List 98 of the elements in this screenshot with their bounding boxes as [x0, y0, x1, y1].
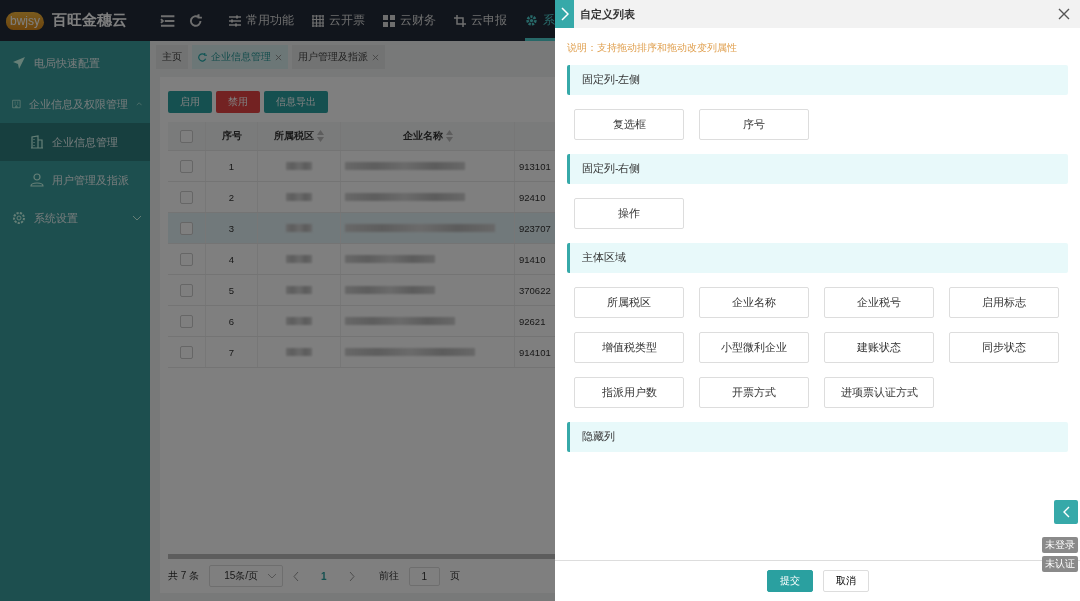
checkbox[interactable] [180, 129, 193, 143]
redacted-text [286, 255, 312, 263]
toolbar-button[interactable]: 禁用 [216, 91, 260, 113]
table-cell: 92621 [519, 315, 546, 327]
close-icon[interactable] [1058, 8, 1070, 20]
page-suffix: 页 [450, 569, 461, 583]
total-count: 共 7 条 [168, 569, 200, 583]
page-number[interactable]: 1 [321, 570, 327, 582]
nav-tab[interactable]: 常用功能 [229, 0, 294, 41]
next-page-icon[interactable] [348, 571, 355, 581]
checkbox[interactable] [180, 159, 193, 173]
redacted-text [286, 317, 312, 325]
checkbox[interactable] [180, 221, 193, 235]
page-size-select[interactable]: 15条/页 [209, 565, 284, 587]
table-cell: 5 [228, 284, 235, 296]
toolbar-button[interactable]: 信息导出 [264, 91, 328, 113]
column-chip[interactable]: 开票方式 [699, 377, 809, 408]
table-cell: 913101 [519, 160, 551, 172]
table-cell: 4 [228, 253, 235, 265]
section-header: 主体区域 [567, 243, 1068, 273]
page-input[interactable]: 1 [408, 566, 441, 586]
logo: bwjsy [6, 11, 44, 30]
sidebar-item[interactable]: 企业信息管理 [0, 123, 150, 161]
section-header: 固定列-左侧 [567, 65, 1068, 95]
toolbar-button[interactable]: 启用 [168, 91, 212, 113]
apps-icon [383, 14, 395, 27]
user-icon [30, 173, 44, 187]
redacted-text [286, 348, 312, 356]
nav-tab[interactable]: 云开票 [312, 0, 365, 41]
table-cell: 7 [228, 346, 235, 358]
menu-icon[interactable] [160, 13, 176, 28]
redacted-text [286, 286, 312, 294]
table-cell: 91410 [519, 253, 546, 265]
grid-icon [312, 14, 324, 27]
nav-tab[interactable]: 云申报 [454, 0, 507, 41]
column-chip[interactable]: 建账状态 [824, 332, 934, 363]
settings-icon [12, 211, 26, 225]
goto-label: 前往 [378, 569, 399, 583]
table-cell: 2 [228, 191, 235, 203]
footer-button[interactable]: 取消 [822, 570, 869, 592]
nav-tab[interactable]: 云财务 [383, 0, 436, 41]
column-chip[interactable]: 指派用户数 [574, 377, 684, 408]
footer-button[interactable]: 提交 [766, 570, 813, 592]
column-chip[interactable]: 所属税区 [574, 287, 684, 318]
sort-icon[interactable] [317, 130, 324, 142]
refresh-icon[interactable] [198, 52, 207, 62]
page-tab[interactable]: 主页 [156, 45, 188, 69]
refresh-icon[interactable] [187, 12, 203, 29]
checkbox[interactable] [180, 190, 193, 204]
building-icon [30, 135, 44, 149]
column-chip[interactable]: 增值税类型 [574, 332, 684, 363]
hint-text: 说明：支持拖动排序和拖动改变列属性 [567, 41, 738, 55]
settings-icon [525, 14, 538, 27]
table-cell: 6 [228, 315, 235, 327]
column-header: 序号 [221, 129, 242, 143]
chevron-right-icon [560, 7, 569, 21]
sort-icon[interactable] [445, 130, 453, 142]
status-badge: 未认证 [1042, 556, 1078, 572]
checkbox[interactable] [180, 345, 193, 359]
table-cell: 370622 [519, 284, 551, 296]
sliders-icon [229, 14, 241, 27]
table-cell: 923707 [519, 222, 551, 234]
prev-page-icon[interactable] [293, 571, 300, 581]
section-header: 固定列-右侧 [567, 154, 1068, 184]
redacted-text [286, 162, 312, 170]
column-chip[interactable]: 复选框 [574, 109, 684, 140]
page-tab[interactable]: 用户管理及指派 [292, 45, 385, 69]
table-cell: 914101 [519, 346, 551, 358]
table-cell: 3 [228, 222, 235, 234]
chevron-left-icon [1062, 506, 1070, 518]
column-chip[interactable]: 序号 [699, 109, 809, 140]
building-icon [12, 97, 21, 111]
expand-button[interactable] [1054, 500, 1078, 524]
redacted-text [286, 193, 312, 201]
status-badge: 未登录 [1042, 537, 1078, 553]
send-icon [12, 56, 26, 70]
redacted-text [286, 224, 312, 232]
drawer-title: 自定义列表 [580, 6, 635, 22]
checkbox[interactable] [180, 252, 193, 266]
column-header: 企业名称 [402, 129, 443, 143]
app-title: 百旺金穗云 [52, 11, 127, 30]
column-header: 所属税区 [274, 129, 314, 143]
column-chip[interactable]: 进项票认证方式 [824, 377, 934, 408]
checkbox[interactable] [180, 283, 193, 297]
table-row[interactable]: 3 923707 [168, 213, 555, 244]
table-cell: 92410 [519, 191, 546, 203]
crop-icon [454, 14, 466, 27]
collapse-button[interactable] [555, 0, 574, 28]
section-header: 隐藏列 [567, 422, 1068, 452]
column-chip[interactable]: 企业税号 [824, 287, 934, 318]
checkbox[interactable] [180, 314, 193, 328]
column-chip[interactable]: 操作 [574, 198, 684, 229]
column-chip[interactable]: 启用标志 [949, 287, 1059, 318]
column-chip[interactable]: 小型微利企业 [699, 332, 809, 363]
table-cell: 1 [228, 160, 235, 172]
caret-icon [268, 573, 277, 579]
column-chip[interactable]: 同步状态 [949, 332, 1059, 363]
column-chip[interactable]: 企业名称 [699, 287, 809, 318]
